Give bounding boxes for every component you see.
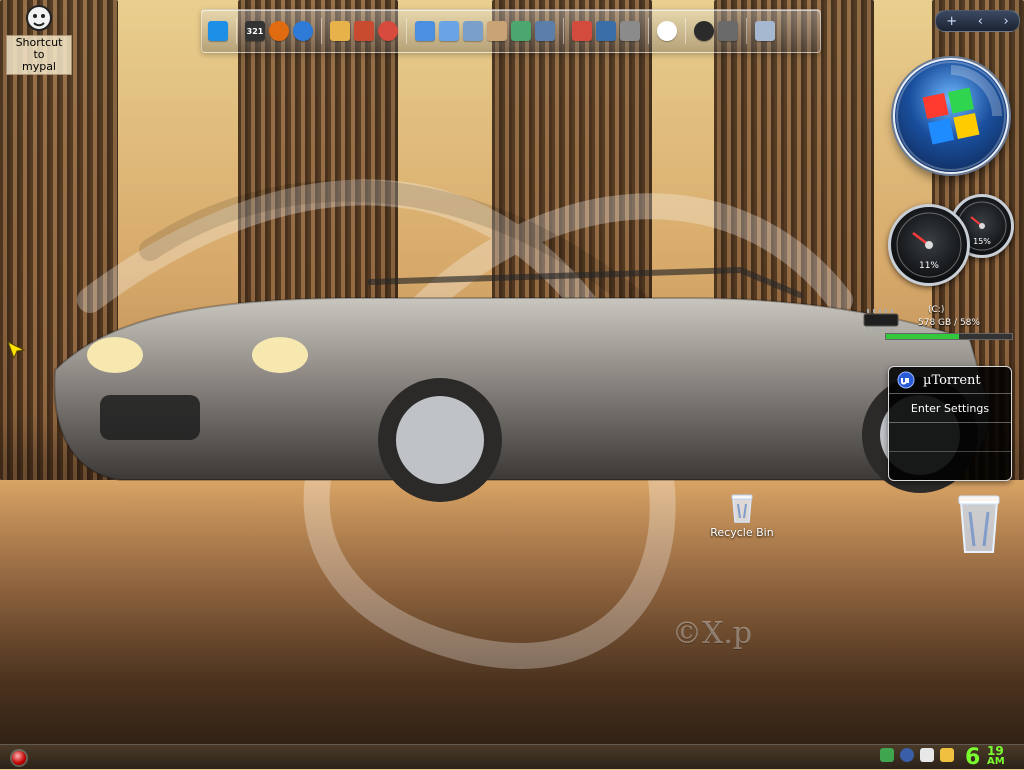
desktop-recycle-bin[interactable]: Recycle Bin bbox=[700, 490, 784, 539]
mouse-cursor-icon bbox=[7, 340, 26, 360]
clock-hour: 6 bbox=[965, 745, 981, 770]
desktop-recycle-bin-label: Recycle Bin bbox=[710, 526, 774, 539]
dock-separator bbox=[648, 18, 649, 44]
app-grid-icon[interactable] bbox=[535, 21, 555, 41]
dock-separator bbox=[563, 18, 564, 44]
photos-icon[interactable] bbox=[511, 21, 531, 41]
books-icon[interactable] bbox=[354, 21, 374, 41]
recycle-bin-widget-icon[interactable] bbox=[952, 488, 1006, 556]
pencil-icon[interactable] bbox=[572, 21, 592, 41]
sound-icon[interactable] bbox=[718, 21, 738, 41]
trash-icon[interactable] bbox=[755, 21, 775, 41]
taskbar-clock[interactable]: 6 19 AM bbox=[965, 745, 1024, 769]
windows-logo-icon bbox=[896, 61, 1006, 171]
power-icon[interactable] bbox=[694, 21, 714, 41]
drive-meter-widget: (C:) 578 GB / 58% bbox=[860, 305, 1013, 341]
system-tray bbox=[880, 748, 954, 762]
desktop-shortcut-label: Shortcut to mypal bbox=[6, 35, 72, 75]
monitor-icon[interactable] bbox=[620, 21, 640, 41]
wallpaper-watermark: ©X.p bbox=[672, 616, 753, 651]
media-player-icon[interactable] bbox=[208, 21, 228, 41]
drive-usage: 578 GB / 58% bbox=[918, 318, 980, 328]
update-tray-icon[interactable] bbox=[940, 748, 954, 762]
sidebar-prev-button[interactable]: ‹ bbox=[978, 14, 983, 29]
taskbar: 6 19 AM bbox=[0, 744, 1024, 769]
desktop-shortcut-mypal[interactable]: Shortcut to mypal bbox=[6, 3, 72, 75]
people-icon[interactable] bbox=[415, 21, 435, 41]
clock-321-icon[interactable]: 321 bbox=[245, 21, 265, 41]
utorrent-enter-settings-button[interactable]: Enter Settings bbox=[889, 394, 1011, 423]
utorrent-empty-row bbox=[889, 423, 1011, 452]
user-icon[interactable] bbox=[487, 21, 507, 41]
dock-separator bbox=[236, 18, 237, 44]
recycle-bin-icon bbox=[731, 494, 753, 523]
clock-ampm: AM bbox=[987, 756, 1005, 767]
start-button[interactable] bbox=[12, 751, 26, 765]
dock-separator bbox=[685, 18, 686, 44]
drive-name: (C:) bbox=[928, 305, 945, 315]
cpu-gauge-dial bbox=[896, 212, 962, 278]
cpu-meter-gauge: 11% bbox=[888, 204, 970, 286]
utorrent-title: µTorrent bbox=[923, 372, 981, 388]
sidebar-controls: + ‹ › bbox=[935, 10, 1020, 32]
cpu-percentage: 11% bbox=[918, 261, 939, 271]
windows-start-orb[interactable] bbox=[893, 58, 1009, 174]
mypal-icon bbox=[26, 5, 52, 31]
calculator-icon[interactable] bbox=[463, 21, 483, 41]
network-globe-icon[interactable] bbox=[293, 21, 313, 41]
sidebar-next-button[interactable]: › bbox=[1004, 14, 1009, 29]
paint-icon[interactable] bbox=[330, 21, 350, 41]
window-icon[interactable] bbox=[596, 21, 616, 41]
dock-separator bbox=[746, 18, 747, 44]
security-tray-icon[interactable] bbox=[900, 748, 914, 762]
sidebar-add-gadget-button[interactable]: + bbox=[946, 14, 957, 29]
utorrent-widget: µTorrent Enter Settings bbox=[888, 366, 1012, 481]
drive-usage-bar-fill bbox=[886, 334, 960, 339]
drive-usage-bar bbox=[885, 333, 1013, 340]
utorrent-empty-row bbox=[889, 452, 1011, 480]
refresh-icon[interactable] bbox=[378, 21, 398, 41]
network-tray-icon[interactable] bbox=[880, 748, 894, 762]
document-icon[interactable] bbox=[439, 21, 459, 41]
utorrent-icon bbox=[897, 371, 915, 389]
dock-separator bbox=[406, 18, 407, 44]
dock-separator bbox=[321, 18, 322, 44]
drive-chip-icon bbox=[863, 309, 899, 331]
desktop-wallpaper: ©X.p bbox=[0, 0, 1024, 768]
car-wallpaper-image bbox=[53, 266, 992, 502]
firefox-icon[interactable] bbox=[269, 21, 289, 41]
windows-logo-icon[interactable] bbox=[657, 21, 677, 41]
utorrent-header: µTorrent bbox=[889, 367, 1011, 394]
windows-tray-icon[interactable] bbox=[920, 748, 934, 762]
top-dock-toolbar: 321 bbox=[201, 9, 821, 53]
